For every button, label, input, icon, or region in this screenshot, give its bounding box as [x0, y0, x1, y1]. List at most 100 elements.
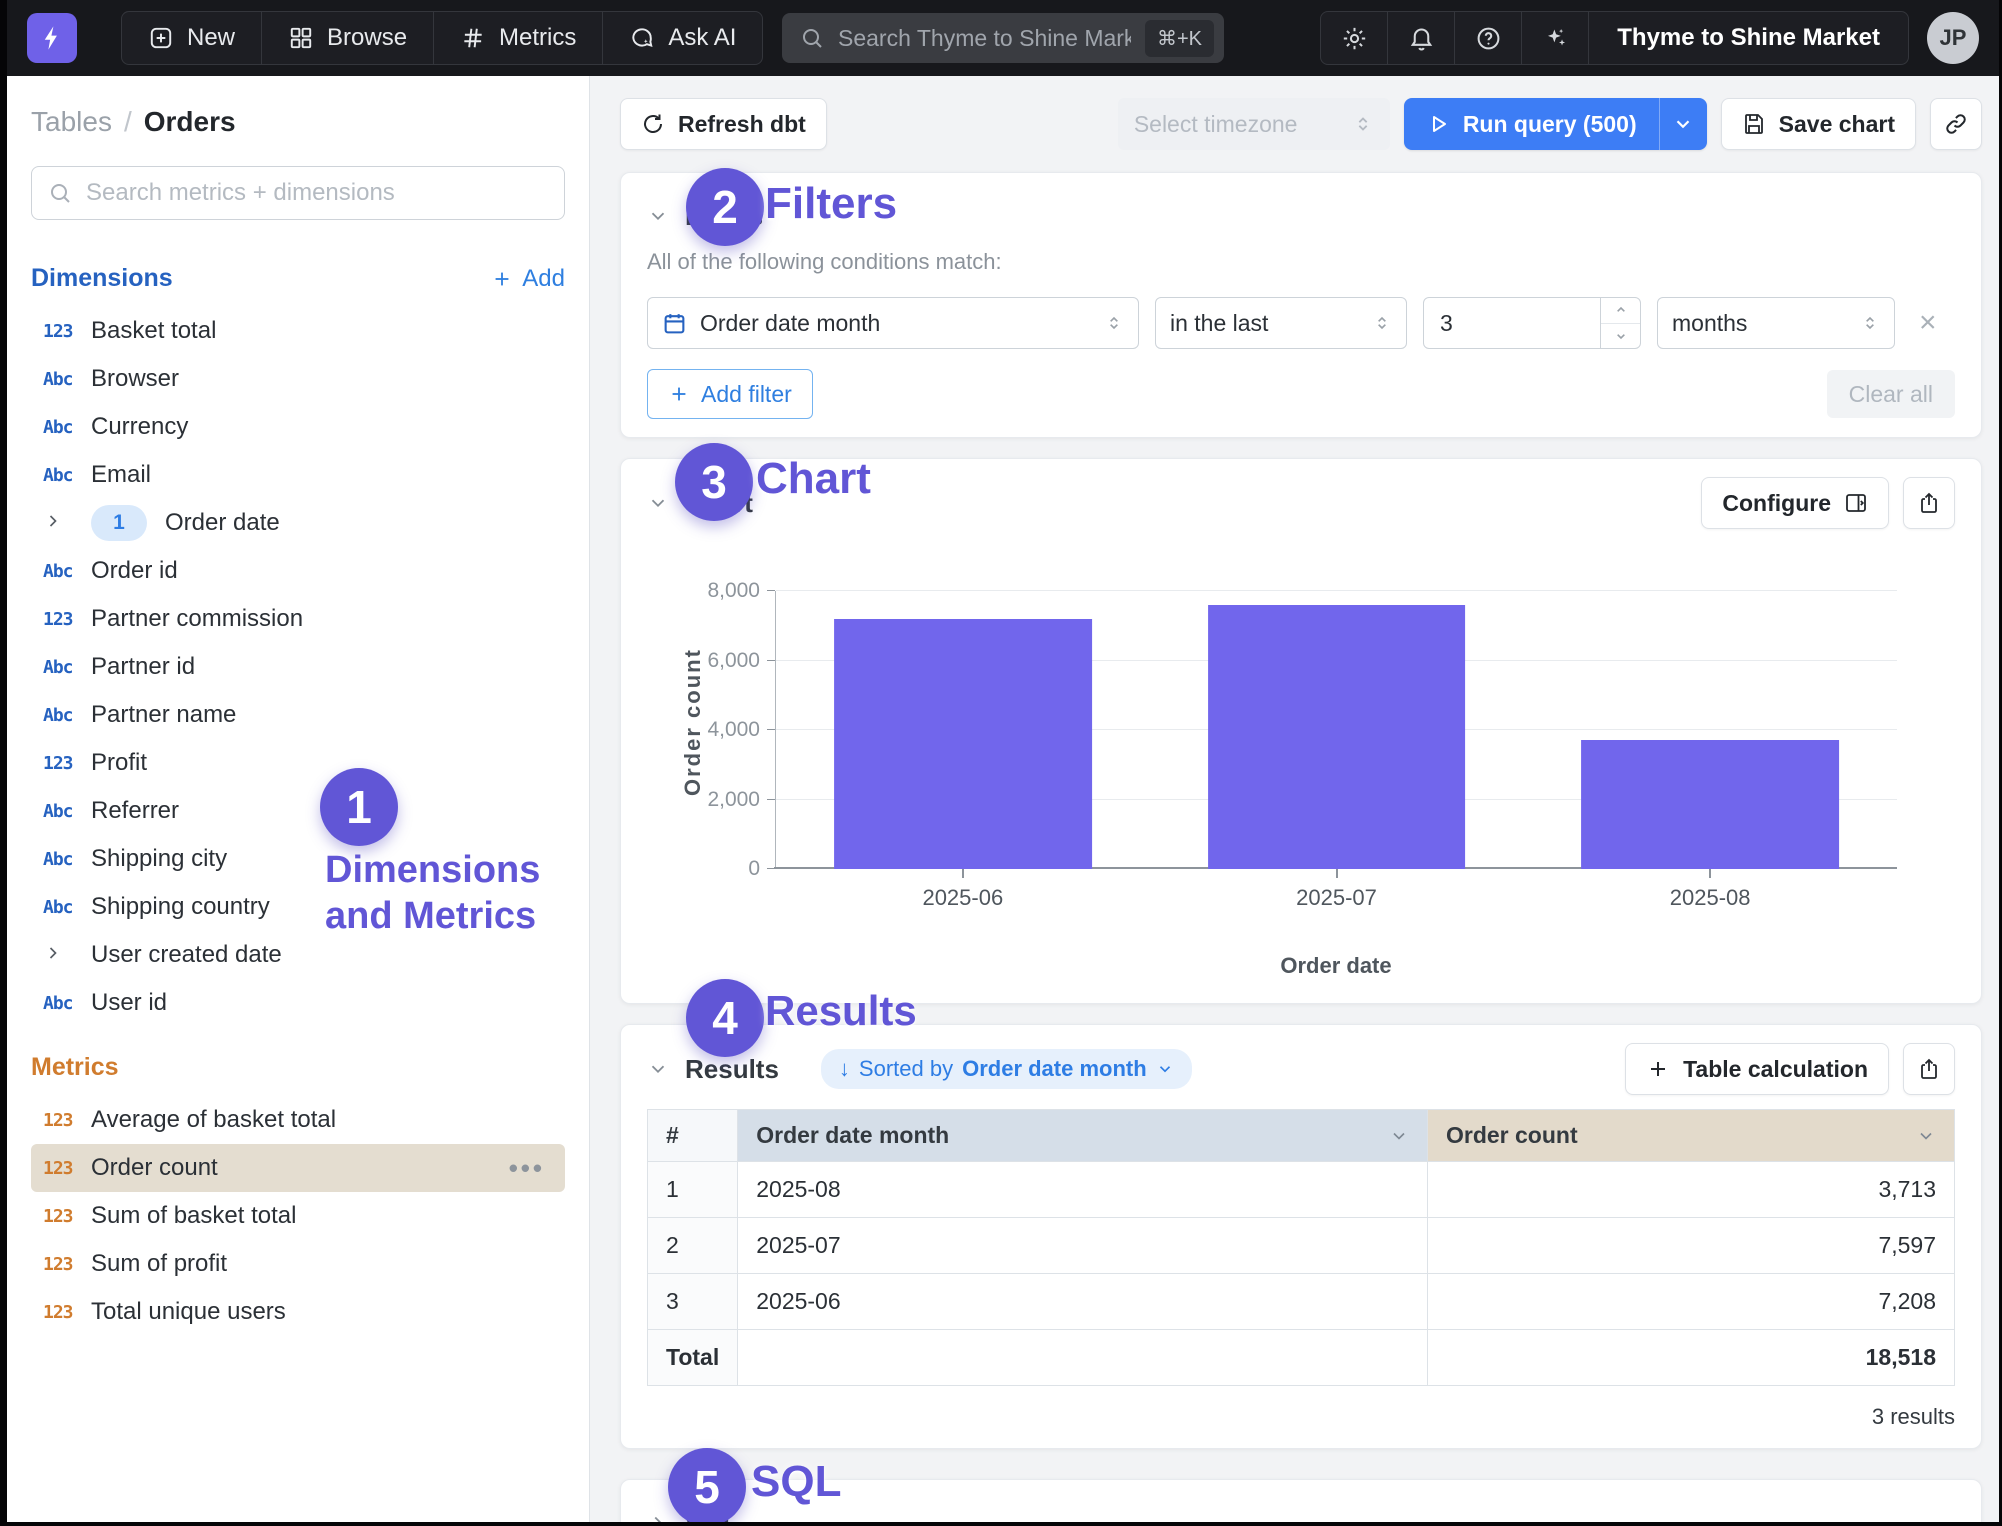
sidebar-field-profit[interactable]: 123Profit — [31, 739, 565, 787]
sidebar-field-currency[interactable]: AbcCurrency — [31, 403, 565, 451]
run-query-button-group: Run query (500) — [1404, 98, 1707, 150]
column-header-order-count[interactable]: Order count — [1427, 1110, 1954, 1162]
chart-bar-2025-07[interactable] — [1208, 605, 1466, 869]
dimension-value-cell[interactable]: 2025-07 — [738, 1218, 1428, 1274]
nav-browse-label: Browse — [327, 24, 407, 52]
remove-filter-button[interactable]: × — [1919, 308, 1937, 338]
results-collapse-chevron-icon[interactable] — [647, 1058, 669, 1080]
run-query-label: Run query (500) — [1463, 111, 1637, 138]
sidebar-field-order-date[interactable]: 1Order date — [31, 499, 565, 547]
field-label: Email — [91, 461, 151, 489]
link-icon — [1944, 112, 1968, 136]
filter-field-select[interactable]: Order date month — [647, 297, 1139, 349]
sidebar-field-order-count[interactable]: 123Order count••• — [31, 1144, 565, 1192]
filter-operator-select[interactable]: in the last — [1155, 297, 1407, 349]
annotation-label-chart: Chart — [756, 453, 871, 506]
help-icon — [1475, 25, 1502, 52]
nav-browse-button[interactable]: Browse — [262, 12, 434, 64]
stepper-down-button[interactable] — [1601, 324, 1640, 349]
select-caret-icon — [1372, 313, 1392, 333]
sidebar-field-partner-id[interactable]: AbcPartner id — [31, 643, 565, 691]
chevron-right-icon[interactable] — [43, 943, 91, 968]
string-type-icon: Abc — [43, 657, 91, 678]
table-calculation-button[interactable]: Table calculation — [1625, 1043, 1889, 1095]
sidebar-field-average-of-basket-total[interactable]: 123Average of basket total — [31, 1096, 565, 1144]
chart-collapse-chevron-icon[interactable] — [647, 492, 669, 514]
filter-value-input[interactable]: 3 — [1423, 297, 1641, 349]
share-link-button[interactable] — [1930, 98, 1982, 150]
fields-search-input[interactable]: Search metrics + dimensions — [31, 166, 565, 220]
sql-expand-chevron-icon[interactable] — [647, 1512, 669, 1522]
x-axis-title: Order date — [775, 953, 1897, 979]
sidebar-field-basket-total[interactable]: 123Basket total — [31, 307, 565, 355]
timezone-placeholder: Select timezone — [1134, 111, 1298, 138]
nav-metrics-button[interactable]: Metrics — [434, 12, 603, 64]
org-switcher-button[interactable]: Thyme to Shine Market — [1589, 12, 1908, 64]
ai-sparkles-button[interactable] — [1522, 12, 1589, 64]
global-search-input[interactable]: Search Thyme to Shine Market ⌘+K — [782, 13, 1224, 63]
total-empty-cell — [738, 1330, 1428, 1386]
field-label: Order count — [91, 1154, 218, 1182]
column-menu-chevron-icon[interactable] — [1389, 1126, 1409, 1146]
sidebar-field-sum-of-basket-total[interactable]: 123Sum of basket total — [31, 1192, 565, 1240]
metric-value-cell[interactable]: 7,208 — [1427, 1274, 1954, 1330]
string-type-icon: Abc — [43, 705, 91, 726]
table-total-row: Total18,518 — [648, 1330, 1955, 1386]
sidebar-field-user-id[interactable]: AbcUser id — [31, 979, 565, 1027]
sorted-by-badge[interactable]: ↓ Sorted by Order date month — [821, 1049, 1192, 1089]
nav-ask-ai-button[interactable]: Ask AI — [603, 12, 762, 64]
breadcrumb-tables-link[interactable]: Tables — [31, 106, 112, 138]
grid-icon — [288, 25, 314, 51]
help-button[interactable] — [1455, 12, 1522, 64]
sidebar-field-referrer[interactable]: AbcReferrer — [31, 787, 565, 835]
add-filter-label: Add filter — [701, 381, 792, 408]
metrics-list: 123Average of basket total123 Order count… — [31, 1096, 565, 1336]
dimensions-header: Dimensions Add — [31, 264, 565, 293]
configure-chart-button[interactable]: Configure — [1701, 477, 1889, 529]
filter-unit-select[interactable]: months — [1657, 297, 1895, 349]
filters-collapse-chevron-icon[interactable] — [647, 205, 669, 227]
field-label: Sum of profit — [91, 1250, 227, 1278]
app-logo[interactable] — [27, 13, 77, 63]
settings-button[interactable] — [1321, 12, 1388, 64]
user-avatar[interactable]: JP — [1927, 12, 1979, 64]
save-chart-button[interactable]: Save chart — [1721, 98, 1916, 150]
chevron-right-icon[interactable] — [43, 511, 91, 536]
export-results-button[interactable] — [1903, 1043, 1955, 1095]
annotation-circle-5: 5 — [668, 1448, 746, 1522]
sidebar-field-partner-commission[interactable]: 123Partner commission — [31, 595, 565, 643]
string-type-icon: Abc — [43, 801, 91, 822]
metric-value-cell[interactable]: 3,713 — [1427, 1162, 1954, 1218]
chart-bar-2025-08[interactable] — [1581, 740, 1839, 869]
clear-all-filters-button[interactable]: Clear all — [1827, 370, 1955, 418]
run-query-options-button[interactable] — [1659, 98, 1707, 150]
field-label: Total unique users — [91, 1298, 286, 1326]
sidebar-field-order-id[interactable]: AbcOrder id — [31, 547, 565, 595]
sidebar-field-partner-name[interactable]: AbcPartner name — [31, 691, 565, 739]
dimension-value-cell[interactable]: 2025-08 — [738, 1162, 1428, 1218]
breadcrumb-separator: / — [124, 106, 132, 138]
sql-section-header: SQL — [647, 1498, 1955, 1522]
chart-bar-2025-06[interactable] — [834, 619, 1092, 869]
export-chart-button[interactable] — [1903, 477, 1955, 529]
column-menu-chevron-icon[interactable] — [1916, 1126, 1936, 1146]
run-query-button[interactable]: Run query (500) — [1404, 98, 1659, 150]
sidebar-field-sum-of-profit[interactable]: 123Sum of profit — [31, 1240, 565, 1288]
add-filter-button[interactable]: Add filter — [647, 369, 813, 419]
stepper-up-button[interactable] — [1601, 298, 1640, 324]
sidebar-field-email[interactable]: AbcEmail — [31, 451, 565, 499]
dimension-value-cell[interactable]: 2025-06 — [738, 1274, 1428, 1330]
add-dimension-button[interactable]: Add — [491, 265, 565, 293]
nav-new-button[interactable]: New — [122, 12, 262, 64]
timezone-select[interactable]: Select timezone — [1118, 98, 1390, 150]
column-header-order-date-month[interactable]: Order date month — [738, 1110, 1428, 1162]
table-row: 12025-083,713 — [648, 1162, 1955, 1218]
number-type-icon: 123 — [43, 1110, 91, 1131]
main-nav: New Browse Metrics Ask AI — [121, 11, 763, 65]
field-menu-button[interactable]: ••• — [509, 1153, 553, 1184]
sidebar-field-total-unique-users[interactable]: 123Total unique users — [31, 1288, 565, 1336]
notifications-button[interactable] — [1388, 12, 1455, 64]
sidebar-field-browser[interactable]: AbcBrowser — [31, 355, 565, 403]
metric-value-cell[interactable]: 7,597 — [1427, 1218, 1954, 1274]
refresh-dbt-button[interactable]: Refresh dbt — [620, 98, 827, 150]
